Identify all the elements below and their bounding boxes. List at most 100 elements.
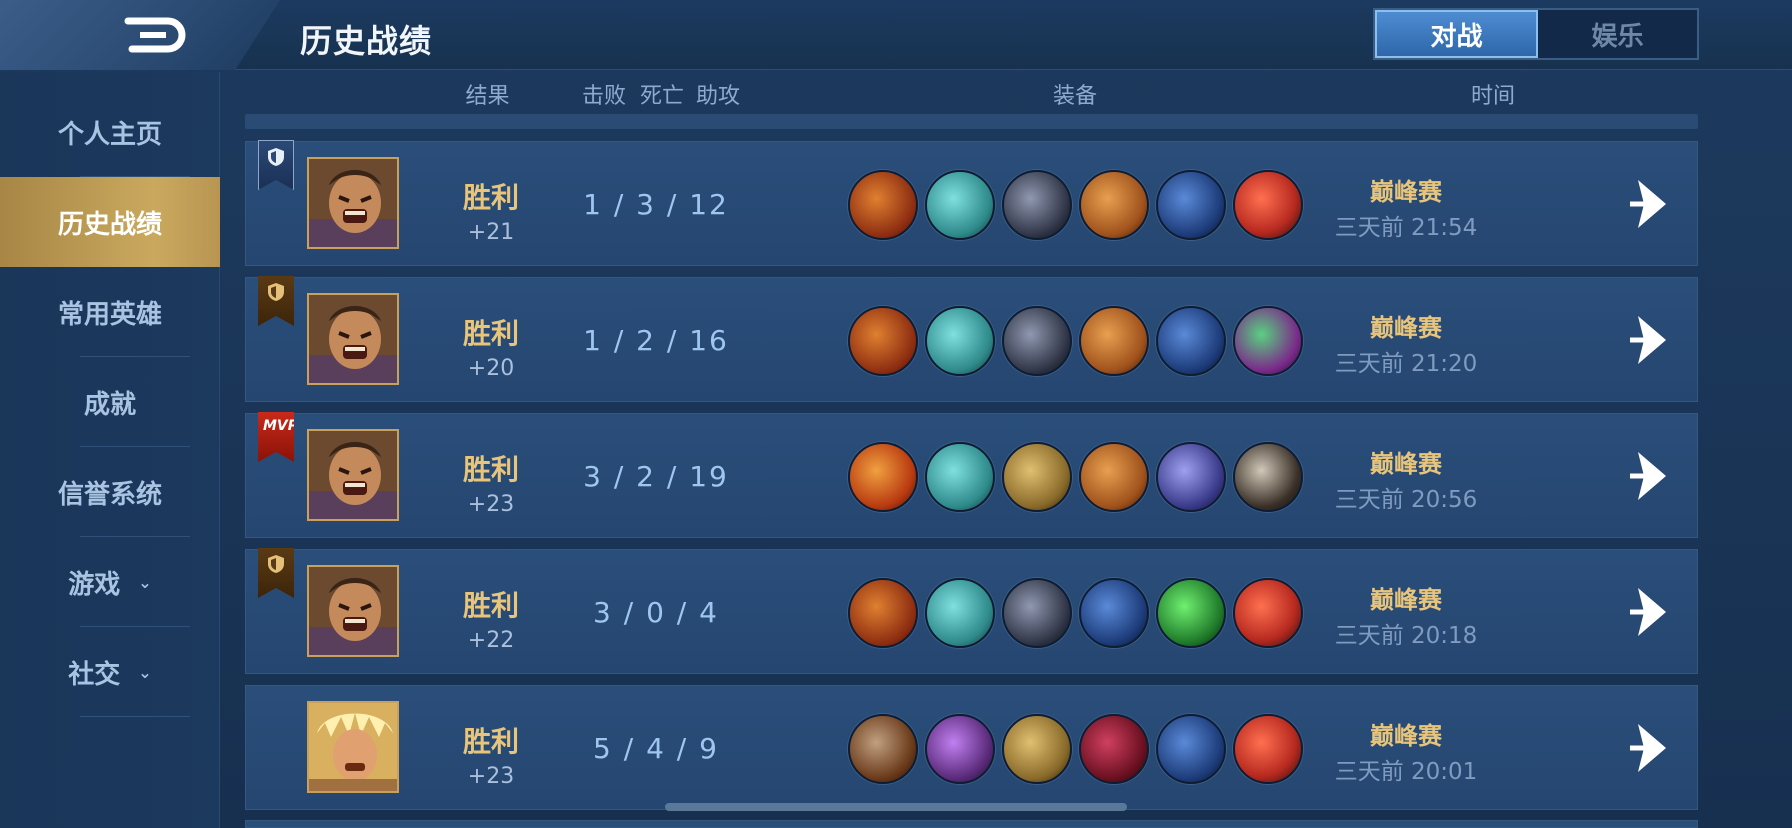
back-arrow-icon — [124, 17, 186, 53]
column-header-result: 结果 — [465, 84, 510, 109]
sidebar-item-label: 社交 — [68, 659, 121, 690]
equipment-item-icon[interactable] — [1002, 442, 1072, 512]
column-header-time: 时间 — [1470, 84, 1515, 109]
equipment-item-icon[interactable] — [1002, 714, 1072, 784]
equipment-list — [848, 714, 1303, 784]
sidebar-item-label: 成就 — [83, 389, 136, 420]
equipment-list — [848, 306, 1303, 376]
match-result: 胜利 — [462, 317, 519, 350]
column-header-deaths: 死亡 — [639, 84, 684, 109]
hero-avatar — [307, 429, 399, 521]
detail-arrow-icon[interactable] — [1626, 582, 1676, 642]
equipment-item-icon[interactable] — [848, 170, 918, 240]
sidebar-item-label: 历史战绩 — [57, 209, 162, 240]
equipment-item-icon[interactable] — [925, 170, 995, 240]
match-time: 三天前 20:01 — [1334, 759, 1478, 785]
game-mode: 巅峰赛 — [1370, 178, 1442, 206]
equipment-item-icon[interactable] — [1233, 170, 1303, 240]
shield-badge-icon — [258, 276, 294, 326]
match-row[interactable]: 胜利 +22 3 / 0 / 4 巅峰赛 三天前 20:18 — [245, 548, 1698, 674]
column-header-assists: 助攻 — [695, 84, 740, 109]
equipment-item-icon[interactable] — [1079, 442, 1149, 512]
hero-avatar — [307, 565, 399, 657]
sidebar-item-label: 游戏 — [68, 569, 121, 600]
mvp-label: MVP — [263, 418, 299, 434]
equipment-item-icon[interactable] — [848, 306, 918, 376]
kda-stats: 3 / 2 / 19 — [583, 460, 729, 493]
detail-arrow-icon[interactable] — [1626, 174, 1676, 234]
kda-stats: 3 / 0 / 4 — [593, 596, 719, 629]
detail-arrow-icon[interactable] — [1626, 718, 1676, 778]
rank-points: +23 — [467, 492, 515, 517]
match-row[interactable]: 胜利 +20 1 / 2 / 16 巅峰赛 三天前 21:20 — [245, 276, 1698, 402]
sidebar-item-social[interactable]: 社交 ⌄ — [0, 627, 220, 717]
equipment-item-icon[interactable] — [848, 578, 918, 648]
match-result: 胜利 — [462, 453, 519, 486]
top-bar: 历史战绩 对战 娱乐 — [0, 0, 1792, 70]
match-row[interactable]: MVP 胜利 +23 3 / 2 / 19 巅峰赛 三天前 20:56 — [245, 412, 1698, 538]
tab-battle[interactable]: 对战 — [1375, 10, 1538, 58]
list-top-divider — [245, 114, 1698, 129]
equipment-item-icon[interactable] — [1233, 714, 1303, 784]
sidebar-item-heroes[interactable]: 常用英雄 — [0, 267, 220, 357]
match-result: 胜利 — [462, 725, 519, 758]
rank-points: +23 — [467, 764, 515, 789]
equipment-item-icon[interactable] — [1079, 306, 1149, 376]
equipment-item-icon[interactable] — [1002, 170, 1072, 240]
equipment-item-icon[interactable] — [1002, 306, 1072, 376]
detail-arrow-icon[interactable] — [1626, 310, 1676, 370]
page-title: 历史战绩 — [300, 22, 433, 60]
equipment-item-icon[interactable] — [1156, 306, 1226, 376]
back-button[interactable] — [110, 10, 200, 60]
chevron-down-icon: ⌄ — [138, 662, 152, 682]
match-row[interactable]: 胜利 +23 5 / 4 / 9 巅峰赛 三天前 20:01 — [245, 685, 1698, 810]
tab-entertainment[interactable]: 娱乐 — [1538, 10, 1697, 58]
sidebar: 个人主页 历史战绩 常用英雄 成就 信誉系统 游戏 ⌄ 社交 ⌄ — [0, 72, 220, 828]
equipment-item-icon[interactable] — [925, 714, 995, 784]
equipment-item-icon[interactable] — [1079, 578, 1149, 648]
equipment-item-icon[interactable] — [1079, 714, 1149, 784]
equipment-item-icon[interactable] — [1079, 170, 1149, 240]
detail-arrow-icon[interactable] — [1626, 446, 1676, 506]
equipment-item-icon[interactable] — [848, 714, 918, 784]
sidebar-item-profile[interactable]: 个人主页 — [0, 87, 220, 177]
match-result: 胜利 — [462, 181, 519, 214]
next-match-row-edge — [245, 820, 1698, 828]
equipment-item-icon[interactable] — [1156, 714, 1226, 784]
column-header-equipment: 装备 — [1052, 84, 1097, 109]
hero-avatar — [307, 293, 399, 385]
shield-badge-icon — [258, 140, 294, 190]
equipment-item-icon[interactable] — [1156, 442, 1226, 512]
equipment-list — [848, 578, 1303, 648]
match-time: 三天前 21:54 — [1334, 215, 1478, 241]
equipment-item-icon[interactable] — [925, 578, 995, 648]
equipment-item-icon[interactable] — [1002, 578, 1072, 648]
hero-avatar — [307, 157, 399, 249]
sidebar-item-history[interactable]: 历史战绩 — [0, 177, 220, 267]
match-result: 胜利 — [462, 589, 519, 622]
equipment-item-icon[interactable] — [1233, 578, 1303, 648]
mvp-badge-icon: MVP — [258, 412, 294, 462]
sidebar-item-credit[interactable]: 信誉系统 — [0, 447, 220, 537]
equipment-item-icon[interactable] — [848, 442, 918, 512]
column-header-kills: 击败 — [581, 84, 626, 109]
equipment-item-icon[interactable] — [925, 442, 995, 512]
game-mode: 巅峰赛 — [1370, 314, 1442, 342]
equipment-item-icon[interactable] — [925, 306, 995, 376]
rank-points: +21 — [467, 220, 515, 245]
kda-stats: 5 / 4 / 9 — [593, 732, 719, 765]
kda-stats: 1 / 3 / 12 — [583, 188, 729, 221]
hero-avatar — [307, 701, 399, 793]
equipment-item-icon[interactable] — [1156, 578, 1226, 648]
equipment-item-icon[interactable] — [1156, 170, 1226, 240]
mode-tabs: 对战 娱乐 — [1373, 8, 1699, 60]
rank-points: +22 — [467, 628, 515, 653]
sidebar-item-achievements[interactable]: 成就 — [0, 357, 220, 447]
kda-stats: 1 / 2 / 16 — [583, 324, 729, 357]
sidebar-item-label: 信誉系统 — [57, 479, 162, 510]
match-row[interactable]: 胜利 +21 1 / 3 / 12 巅峰赛 三天前 21:54 — [245, 140, 1698, 266]
horizontal-scrollbar[interactable] — [665, 803, 1127, 811]
sidebar-item-game[interactable]: 游戏 ⌄ — [0, 537, 220, 627]
equipment-item-icon[interactable] — [1233, 442, 1303, 512]
equipment-item-icon[interactable] — [1233, 306, 1303, 376]
